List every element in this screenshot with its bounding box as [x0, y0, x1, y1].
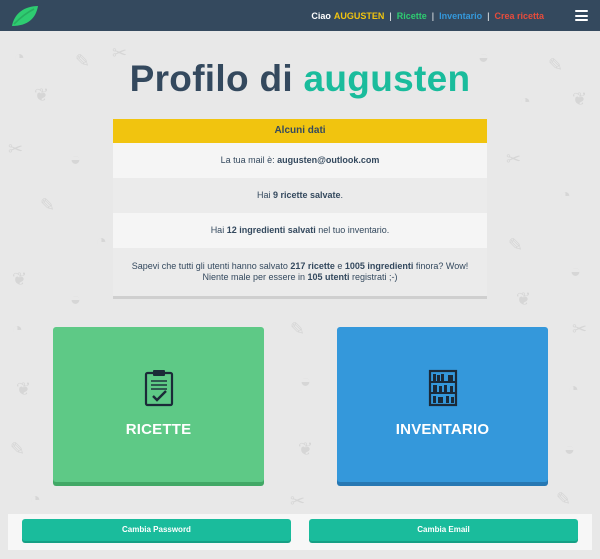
clipboard-check-icon	[144, 370, 173, 407]
recipes-count: 9 ricette salvate	[272, 190, 341, 200]
stats-row-ingredients: Hai 12 ingredienti salvati nel tuo inven…	[113, 213, 487, 248]
inventario-tile-label: INVENTARIO	[395, 421, 490, 438]
bg-food-icon: ✎	[40, 195, 56, 215]
global-text-1: Sapevi che tutti gli utenti hanno salvat…	[131, 261, 291, 271]
email-value: augusten@outlook.com	[277, 155, 380, 165]
global-text-5: registrati ;-)	[349, 272, 398, 282]
bg-food-icon: ✎	[556, 489, 572, 509]
nav-link-inventario[interactable]: Inventario	[439, 11, 482, 21]
bg-food-icon: ◒	[70, 149, 81, 169]
inventario-tile[interactable]: INVENTARIO	[337, 327, 548, 482]
global-users: 105 utenti	[307, 272, 350, 282]
global-text-4: Niente male per essere in	[202, 272, 308, 282]
separator: |	[487, 10, 490, 21]
email-prefix: La tua mail è:	[220, 155, 278, 165]
bg-food-icon: ❦	[298, 439, 314, 459]
title-username: augusten	[303, 58, 471, 99]
username-link[interactable]: AUGUSTEN	[334, 11, 385, 21]
greeting-text: Ciao	[311, 10, 331, 21]
bg-food-icon: ◒	[70, 289, 81, 309]
shelves-icon	[428, 369, 457, 407]
ricette-tile-label: RICETTE	[125, 421, 192, 438]
recipes-suffix: .	[340, 190, 344, 200]
bg-food-icon: ✂	[572, 319, 588, 339]
ingredients-count: 12 ingredienti salvati	[226, 225, 316, 235]
global-text-3: finora? Wow!	[413, 261, 469, 271]
bg-food-icon: ✂	[506, 149, 522, 169]
hamburger-icon[interactable]	[575, 10, 588, 21]
ingredients-suffix: nel tuo inventario.	[315, 225, 390, 235]
bg-food-icon: ✂	[8, 139, 24, 159]
bg-food-icon: ◔	[560, 185, 571, 205]
stats-card: Alcuni dati La tua mail è: augusten@outl…	[113, 119, 487, 296]
bg-food-icon: ◔	[568, 379, 579, 399]
bg-food-icon: ◔	[30, 489, 41, 509]
stats-row-email: La tua mail è: augusten@outlook.com	[113, 143, 487, 178]
bg-food-icon: ❦	[12, 269, 28, 289]
bg-food-icon: ◒	[300, 371, 311, 391]
bg-food-icon: ◒	[564, 439, 575, 459]
bg-food-icon: ✎	[290, 319, 306, 339]
stats-row-global: Sapevi che tutti gli utenti hanno salvat…	[113, 248, 487, 296]
separator: |	[389, 10, 392, 21]
bg-food-icon: ❦	[516, 289, 532, 309]
bg-food-icon: ✎	[508, 235, 524, 255]
bg-food-icon: ◒	[570, 261, 581, 281]
change-email-button[interactable]: Cambia Email	[309, 519, 578, 541]
bg-food-icon: ❦	[16, 379, 32, 399]
global-recipes: 217 ricette	[290, 261, 335, 271]
nav-link-crea-ricetta[interactable]: Crea ricetta	[494, 11, 544, 21]
bg-food-icon: ✎	[10, 439, 26, 459]
recipes-prefix: Hai	[256, 190, 273, 200]
bg-food-icon: ◔	[96, 231, 107, 251]
change-password-button[interactable]: Cambia Password	[22, 519, 291, 541]
page-title: Profilo di augusten	[0, 58, 600, 100]
stats-header: Alcuni dati	[113, 119, 487, 143]
global-ingredients: 1005 ingredienti	[344, 261, 414, 271]
bg-food-icon: ✂	[290, 491, 306, 511]
leaf-logo-icon[interactable]	[10, 4, 40, 28]
nav-links: Ciao AUGUSTEN | Ricette | Inventario | C…	[311, 0, 544, 31]
ingredients-prefix: Hai	[210, 225, 227, 235]
nav-link-ricette[interactable]: Ricette	[397, 11, 427, 21]
ricette-tile[interactable]: RICETTE	[53, 327, 264, 482]
separator: |	[431, 10, 435, 21]
title-prefix: Profilo di	[129, 58, 293, 99]
stats-row-recipes: Hai 9 ricette salvate.	[113, 178, 487, 213]
bg-food-icon: ◔	[12, 319, 23, 339]
global-text-2: e	[334, 261, 345, 271]
top-navbar: Ciao AUGUSTEN | Ricette | Inventario | C…	[0, 0, 600, 31]
